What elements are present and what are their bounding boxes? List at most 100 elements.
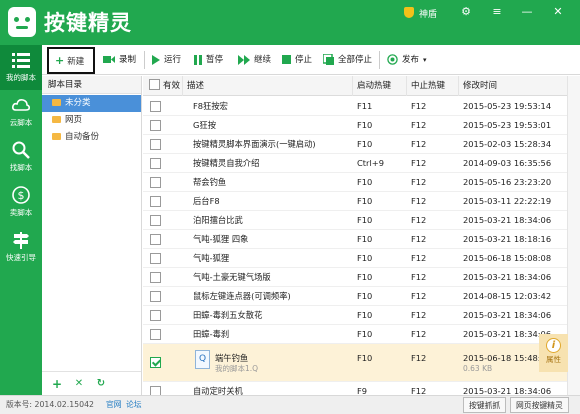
vertical-scrollbar[interactable] <box>567 76 580 395</box>
col-stop-hotkey[interactable]: 中止热键 <box>407 76 459 96</box>
script-description: 气吨-土豪无键气场版 <box>193 272 271 282</box>
play-icon <box>152 54 160 65</box>
nav-sell-scripts[interactable]: $ 卖脚本 <box>0 180 42 225</box>
tree-item-uncategorized[interactable]: 未分类 <box>42 95 141 112</box>
publish-label: 发布 <box>402 55 420 65</box>
enable-checkbox[interactable] <box>150 101 161 112</box>
table-row[interactable]: F8狂按宏 F11 F12 2015-05-23 19:53:14 <box>143 97 567 116</box>
signpost-icon <box>13 232 29 249</box>
nav-quick-guide[interactable]: 快速引导 <box>0 225 42 270</box>
modified-time: 2015-02-03 15:28:34 <box>463 139 552 149</box>
col-modified[interactable]: 修改时间 <box>459 76 567 96</box>
table-row[interactable]: 按键精灵脚本界面演示(一键启动) F10 F12 2015-02-03 15:28:3… <box>143 135 567 154</box>
table-row[interactable]: Q 端午钓鱼 我的脚本1.Q F10 F12 2015-06-18 15:48:44 0.6… <box>143 344 567 382</box>
nav-label: 卖脚本 <box>9 208 33 217</box>
settings-gear-icon[interactable]: ⚙ <box>458 4 474 20</box>
video-camera-icon <box>103 56 115 63</box>
col-description[interactable]: 描述 <box>183 76 353 96</box>
new-button[interactable]: + 新建 <box>47 47 95 74</box>
col-start-hotkey[interactable]: 启动热键 <box>353 76 407 96</box>
version-text: 版本号: 2014.02.15042 <box>6 400 95 409</box>
script-description: 气吨-狐狸 <box>193 253 230 263</box>
run-button[interactable]: 运行 <box>152 45 181 75</box>
cloud-icon <box>12 99 31 111</box>
tree-item-auto-backup[interactable]: 自动备份 <box>42 129 141 146</box>
enable-checkbox[interactable] <box>150 177 161 188</box>
modified-time: 2015-03-21 18:34:06 <box>463 272 552 282</box>
properties-label: 属性 <box>546 355 561 364</box>
nav-find-scripts[interactable]: 找脚本 <box>0 135 42 180</box>
modified-time: 2015-05-23 19:53:01 <box>463 120 552 130</box>
table-row[interactable]: 泊阳擂台比武 F10 F12 2015-03-21 18:34:06 <box>143 211 567 230</box>
table-row[interactable]: 气吨-土豪无键气场版 F10 F12 2015-03-21 18:34:06 <box>143 268 567 287</box>
modified-time: 2015-03-21 18:34:06 <box>463 310 552 320</box>
start-hotkey: F10 <box>357 196 373 206</box>
title-bar: 按键精灵 神盾 ⚙ ≡ — ✕ <box>0 0 580 45</box>
nav-my-scripts[interactable]: 我的脚本 <box>0 45 42 90</box>
table-row[interactable]: 田蟑-毒刹五女散花 F10 F12 2015-03-21 18:34:06 <box>143 306 567 325</box>
stop-all-icon <box>323 54 334 65</box>
enable-checkbox[interactable] <box>150 120 161 131</box>
add-folder-icon[interactable]: + <box>50 377 64 391</box>
enable-checkbox[interactable] <box>150 310 161 321</box>
table-row[interactable]: G狂按 F10 F12 2015-05-23 19:53:01 <box>143 116 567 135</box>
info-icon: i <box>546 338 561 353</box>
minimize-icon[interactable]: — <box>519 4 535 20</box>
enable-checkbox[interactable] <box>150 291 161 302</box>
pause-button[interactable]: 暂停 <box>194 45 223 75</box>
shield-icon[interactable] <box>404 7 414 18</box>
script-description: 田蟑-毒刹五女散花 <box>193 310 263 320</box>
start-hotkey: F10 <box>357 310 373 320</box>
resume-button[interactable]: 继续 <box>238 45 271 75</box>
enable-checkbox[interactable] <box>150 272 161 283</box>
table-row[interactable]: 气吨-狐狸 F10 F12 2015-06-18 15:08:08 <box>143 249 567 268</box>
table-row[interactable]: 后台F8 F10 F12 2015-03-11 22:22:19 <box>143 192 567 211</box>
enable-checkbox[interactable] <box>150 196 161 207</box>
stop-all-button[interactable]: 全部停止 <box>323 45 372 75</box>
col-enabled[interactable]: 有效 <box>143 76 183 96</box>
stop-hotkey: F12 <box>411 272 427 282</box>
enable-checkbox[interactable] <box>150 158 161 169</box>
official-site-link[interactable]: 官网 <box>106 396 122 414</box>
script-description: 帮会钓鱼 <box>193 177 227 187</box>
enable-checkbox[interactable] <box>150 357 161 368</box>
enable-checkbox[interactable] <box>150 253 161 264</box>
table-row[interactable]: 帮会钓鱼 F10 F12 2015-05-16 23:23:20 <box>143 173 567 192</box>
folder-icon <box>52 116 61 123</box>
start-hotkey: F10 <box>357 329 373 339</box>
properties-tab[interactable]: i 属性 <box>539 334 568 372</box>
table-row[interactable]: 鼠标左键连点器(可调频率) F10 F12 2014-08-15 12:03:42 <box>143 287 567 306</box>
forum-link[interactable]: 论坛 <box>126 396 142 414</box>
menu-icon[interactable]: ≡ <box>489 4 505 20</box>
enable-checkbox[interactable] <box>150 215 161 226</box>
modified-time: 2015-05-16 23:23:20 <box>463 177 552 187</box>
nav-label: 我的脚本 <box>6 73 36 82</box>
publish-icon <box>387 54 398 65</box>
select-all-checkbox[interactable] <box>149 79 160 90</box>
publish-button[interactable]: 发布 ▾ <box>387 45 427 75</box>
enable-checkbox[interactable] <box>150 139 161 150</box>
table-row[interactable]: 田蟑-毒刹 F10 F12 2015-03-21 18:34:06 <box>143 325 567 344</box>
web-macro-button[interactable]: 网页按键精灵 <box>510 397 569 413</box>
record-button[interactable]: 录制 <box>103 45 136 75</box>
nav-cloud-scripts[interactable]: 云脚本 <box>0 90 42 135</box>
delete-folder-icon[interactable]: ✕ <box>72 377 86 391</box>
stop-hotkey: F12 <box>411 101 427 111</box>
capture-tool-button[interactable]: 按键抓抓 <box>463 397 507 413</box>
shield-label[interactable]: 神盾 <box>419 7 437 20</box>
stop-hotkey: F12 <box>411 291 427 301</box>
start-hotkey: F10 <box>357 291 373 301</box>
script-filename: 我的脚本1.Q <box>215 364 259 373</box>
table-row[interactable]: 气吨-狐狸 四象 F10 F12 2015-03-21 18:18:16 <box>143 230 567 249</box>
refresh-icon[interactable]: ↻ <box>94 377 108 391</box>
tree-item-web[interactable]: 网页 <box>42 112 141 129</box>
table-row[interactable]: 按键精灵自我介绍 Ctrl+9 F12 2014-09-03 16:35:56 <box>143 154 567 173</box>
close-icon[interactable]: ✕ <box>550 4 566 20</box>
script-file-icon: Q <box>195 350 210 369</box>
enable-checkbox[interactable] <box>150 329 161 340</box>
enable-checkbox[interactable] <box>150 234 161 245</box>
stop-button[interactable]: 停止 <box>282 45 312 75</box>
new-label: 新建 <box>67 57 85 67</box>
run-label: 运行 <box>164 55 182 65</box>
start-hotkey: F10 <box>357 139 373 149</box>
